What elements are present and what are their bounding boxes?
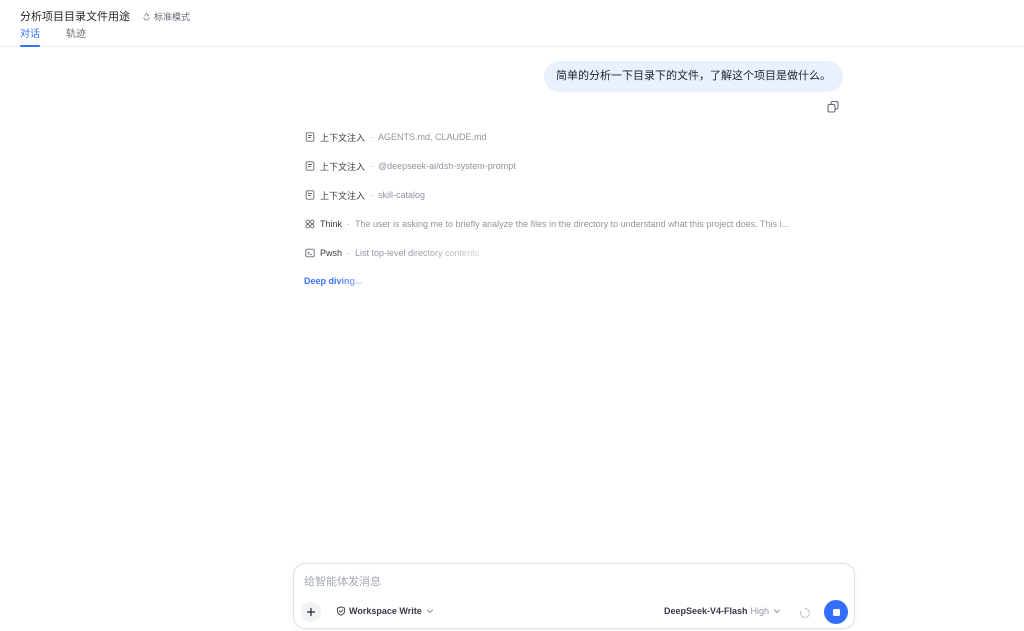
tab-bar: 对话 轨迹 <box>20 27 112 47</box>
document-icon <box>305 161 315 171</box>
chevron-down-icon <box>426 609 433 614</box>
step-detail: @deepseek-ai/dsh-system-prompt <box>378 161 516 171</box>
recycle-icon <box>143 12 150 20</box>
mode-label: 标准模式 <box>154 11 191 22</box>
step-label: Pwsh <box>320 248 343 258</box>
step-think[interactable]: Think · The user is asking me to briefly… <box>305 217 845 231</box>
tab-conversation[interactable]: 对话 <box>20 27 40 47</box>
step-label: Think <box>320 219 343 229</box>
shield-check-icon <box>336 606 346 616</box>
stop-button[interactable] <box>824 600 848 624</box>
thinking-status: Deep diving... <box>304 276 363 286</box>
step-pwsh[interactable]: Pwsh · List top-level directory contents <box>305 246 845 260</box>
message-composer: Workspace Write DeepSeek-V4-Flash High <box>293 563 855 629</box>
terminal-icon <box>305 248 315 258</box>
message-input[interactable] <box>304 573 844 591</box>
step-detail: List top-level directory contents <box>355 248 480 258</box>
add-button[interactable] <box>301 602 321 622</box>
think-icon <box>305 219 315 229</box>
copy-icon[interactable] <box>826 100 840 114</box>
workspace-label: Workspace Write <box>349 606 422 616</box>
step-context-injection-3[interactable]: 上下文注入 · skill-catalog <box>305 188 845 202</box>
user-message-bubble: 简单的分析一下目录下的文件，了解这个项目是做什么。 <box>544 61 843 92</box>
step-context-injection-2[interactable]: 上下文注入 · @deepseek-ai/dsh-system-prompt <box>305 159 845 173</box>
tab-trajectory[interactable]: 轨迹 <box>66 27 86 47</box>
top-bar: 分析项目目录文件用途 标准模式 对话 轨迹 <box>0 0 1024 47</box>
step-label: 上下文注入 <box>320 161 366 172</box>
mode-badge[interactable]: 标准模式 <box>142 10 190 23</box>
model-name: DeepSeek-V4-Flash <box>664 606 748 616</box>
step-detail: skill-catalog <box>378 190 426 200</box>
step-detail: AGENTS.md, CLAUDE.md <box>378 132 487 142</box>
model-level: High <box>750 606 770 616</box>
model-selector[interactable]: DeepSeek-V4-Flash High <box>664 606 781 616</box>
conversation-title[interactable]: 分析项目目录文件用途 <box>20 8 130 24</box>
document-icon <box>305 132 315 142</box>
plus-icon <box>306 607 316 617</box>
title-row: 分析项目目录文件用途 标准模式 <box>20 8 190 24</box>
loading-spinner-icon <box>799 607 811 619</box>
workspace-permission-dropdown[interactable]: Workspace Write <box>336 606 437 616</box>
step-context-injection-1[interactable]: 上下文注入 · AGENTS.md, CLAUDE.md <box>305 130 845 144</box>
stop-icon <box>832 608 840 616</box>
document-icon <box>305 190 315 200</box>
step-label: 上下文注入 <box>320 190 366 201</box>
step-detail: The user is asking me to briefly analyze… <box>355 219 790 229</box>
step-label: 上下文注入 <box>320 132 366 143</box>
chevron-down-icon <box>774 609 781 614</box>
agent-steps: 上下文注入 · AGENTS.md, CLAUDE.md 上下文注入 · @de… <box>305 130 845 275</box>
